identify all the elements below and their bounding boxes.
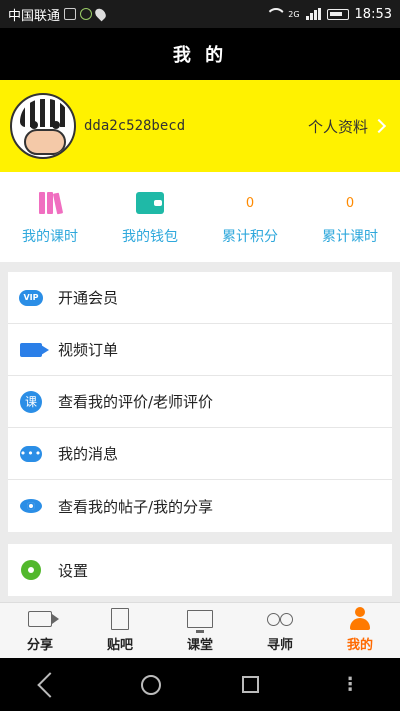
message-icon: ••• [19, 445, 43, 462]
stat-my-wallet[interactable]: 我的钱包 [100, 172, 200, 262]
avatar-snout [24, 129, 66, 155]
tab-label: 寻师 [266, 638, 293, 653]
wechat-notification-icon [80, 8, 93, 20]
zebra-stripes [20, 99, 70, 127]
menu-item-vip[interactable]: VIP 开通会员 [8, 272, 392, 324]
tab-me[interactable]: 我的 [320, 603, 400, 658]
find-teacher-icon [267, 611, 293, 627]
wifi-icon [266, 8, 282, 20]
gear-icon [21, 560, 41, 580]
stat-my-lessons[interactable]: 我的课时 [0, 172, 100, 262]
profile-details-label: 个人资料 [307, 117, 368, 136]
username: dda2c528becd [84, 118, 186, 134]
tab-label: 课堂 [186, 638, 213, 653]
menu-item-label: 查看我的评价/老师评价 [58, 393, 214, 411]
location-icon [93, 6, 108, 22]
tab-label: 贴吧 [106, 638, 133, 653]
back-icon[interactable] [37, 671, 63, 698]
profile-details-link[interactable]: 个人资料 [308, 116, 390, 137]
tab-label: 分享 [26, 638, 53, 653]
vip-icon: VIP [19, 289, 43, 306]
menu-item-label: 视频订单 [58, 341, 119, 359]
user-icon [348, 607, 372, 631]
menu-item-my-posts[interactable]: 查看我的帖子/我的分享 [8, 480, 392, 532]
menu-item-reviews[interactable]: 课 查看我的评价/老师评价 [8, 376, 392, 428]
battery-icon [326, 8, 349, 20]
tab-classroom[interactable]: 课堂 [160, 603, 240, 658]
chevron-right-icon [371, 118, 387, 134]
avatar-eye-left [30, 121, 38, 129]
recent-apps-icon[interactable] [242, 676, 260, 693]
stat-label: 我的钱包 [122, 229, 178, 245]
tab-share[interactable]: 分享 [0, 603, 80, 658]
profile-banner[interactable]: dda2c528becd 个人资料 [0, 80, 400, 172]
avatar[interactable] [10, 93, 76, 159]
course-icon: 课 [20, 390, 42, 413]
menu-item-label: 设置 [58, 561, 89, 580]
avatar-eye-right [52, 121, 60, 129]
menu-item-label: 我的消息 [58, 445, 119, 463]
signal-icon [305, 8, 321, 20]
gallery-notification-icon [64, 8, 77, 20]
books-icon [39, 192, 64, 215]
status-bar: 中国联通 2G 18:53 [0, 0, 400, 28]
stat-value: 0 [345, 195, 355, 211]
settings-list: 设置 [8, 544, 392, 596]
eye-icon [20, 499, 42, 513]
more-options-icon[interactable]: ⋮ [341, 674, 359, 695]
system-nav-bar: ⋮ [0, 658, 400, 711]
post-icon [111, 608, 129, 630]
stat-label: 累计积分 [222, 229, 278, 245]
page-title: 我 的 [0, 28, 400, 80]
menu-item-messages[interactable]: ••• 我的消息 [8, 428, 392, 480]
tab-find-teacher[interactable]: 寻师 [240, 603, 320, 658]
menu-item-label: 开通会员 [58, 289, 119, 307]
stat-label: 我的课时 [22, 229, 78, 245]
stat-label: 累计课时 [322, 229, 378, 245]
stat-total-lessons[interactable]: 0 累计课时 [300, 172, 400, 262]
share-icon [28, 611, 59, 627]
bottom-tab-bar: 分享 贴吧 课堂 寻师 我的 [0, 602, 400, 658]
carrier-name: 中国联通 [8, 8, 61, 24]
menu-item-label: 查看我的帖子/我的分享 [58, 497, 214, 516]
home-icon[interactable] [140, 674, 161, 695]
menu-item-settings[interactable]: 设置 [8, 544, 392, 596]
network-type: 2G [288, 9, 300, 19]
clock: 18:53 [354, 6, 392, 22]
stat-value: 0 [245, 195, 255, 211]
stats-row: 我的课时 我的钱包 0 累计积分 0 累计课时 [0, 172, 400, 262]
wallet-icon [136, 192, 164, 214]
classroom-icon [187, 610, 213, 633]
tab-forum[interactable]: 贴吧 [80, 603, 160, 658]
menu-item-video-orders[interactable]: 视频订单 [8, 324, 392, 376]
stat-total-points[interactable]: 0 累计积分 [200, 172, 300, 262]
video-camera-icon [20, 342, 49, 357]
menu-list: VIP 开通会员 视频订单 课 查看我的评价/老师评价 ••• 我的消息 查看我… [8, 272, 392, 532]
tab-label: 我的 [346, 638, 373, 653]
